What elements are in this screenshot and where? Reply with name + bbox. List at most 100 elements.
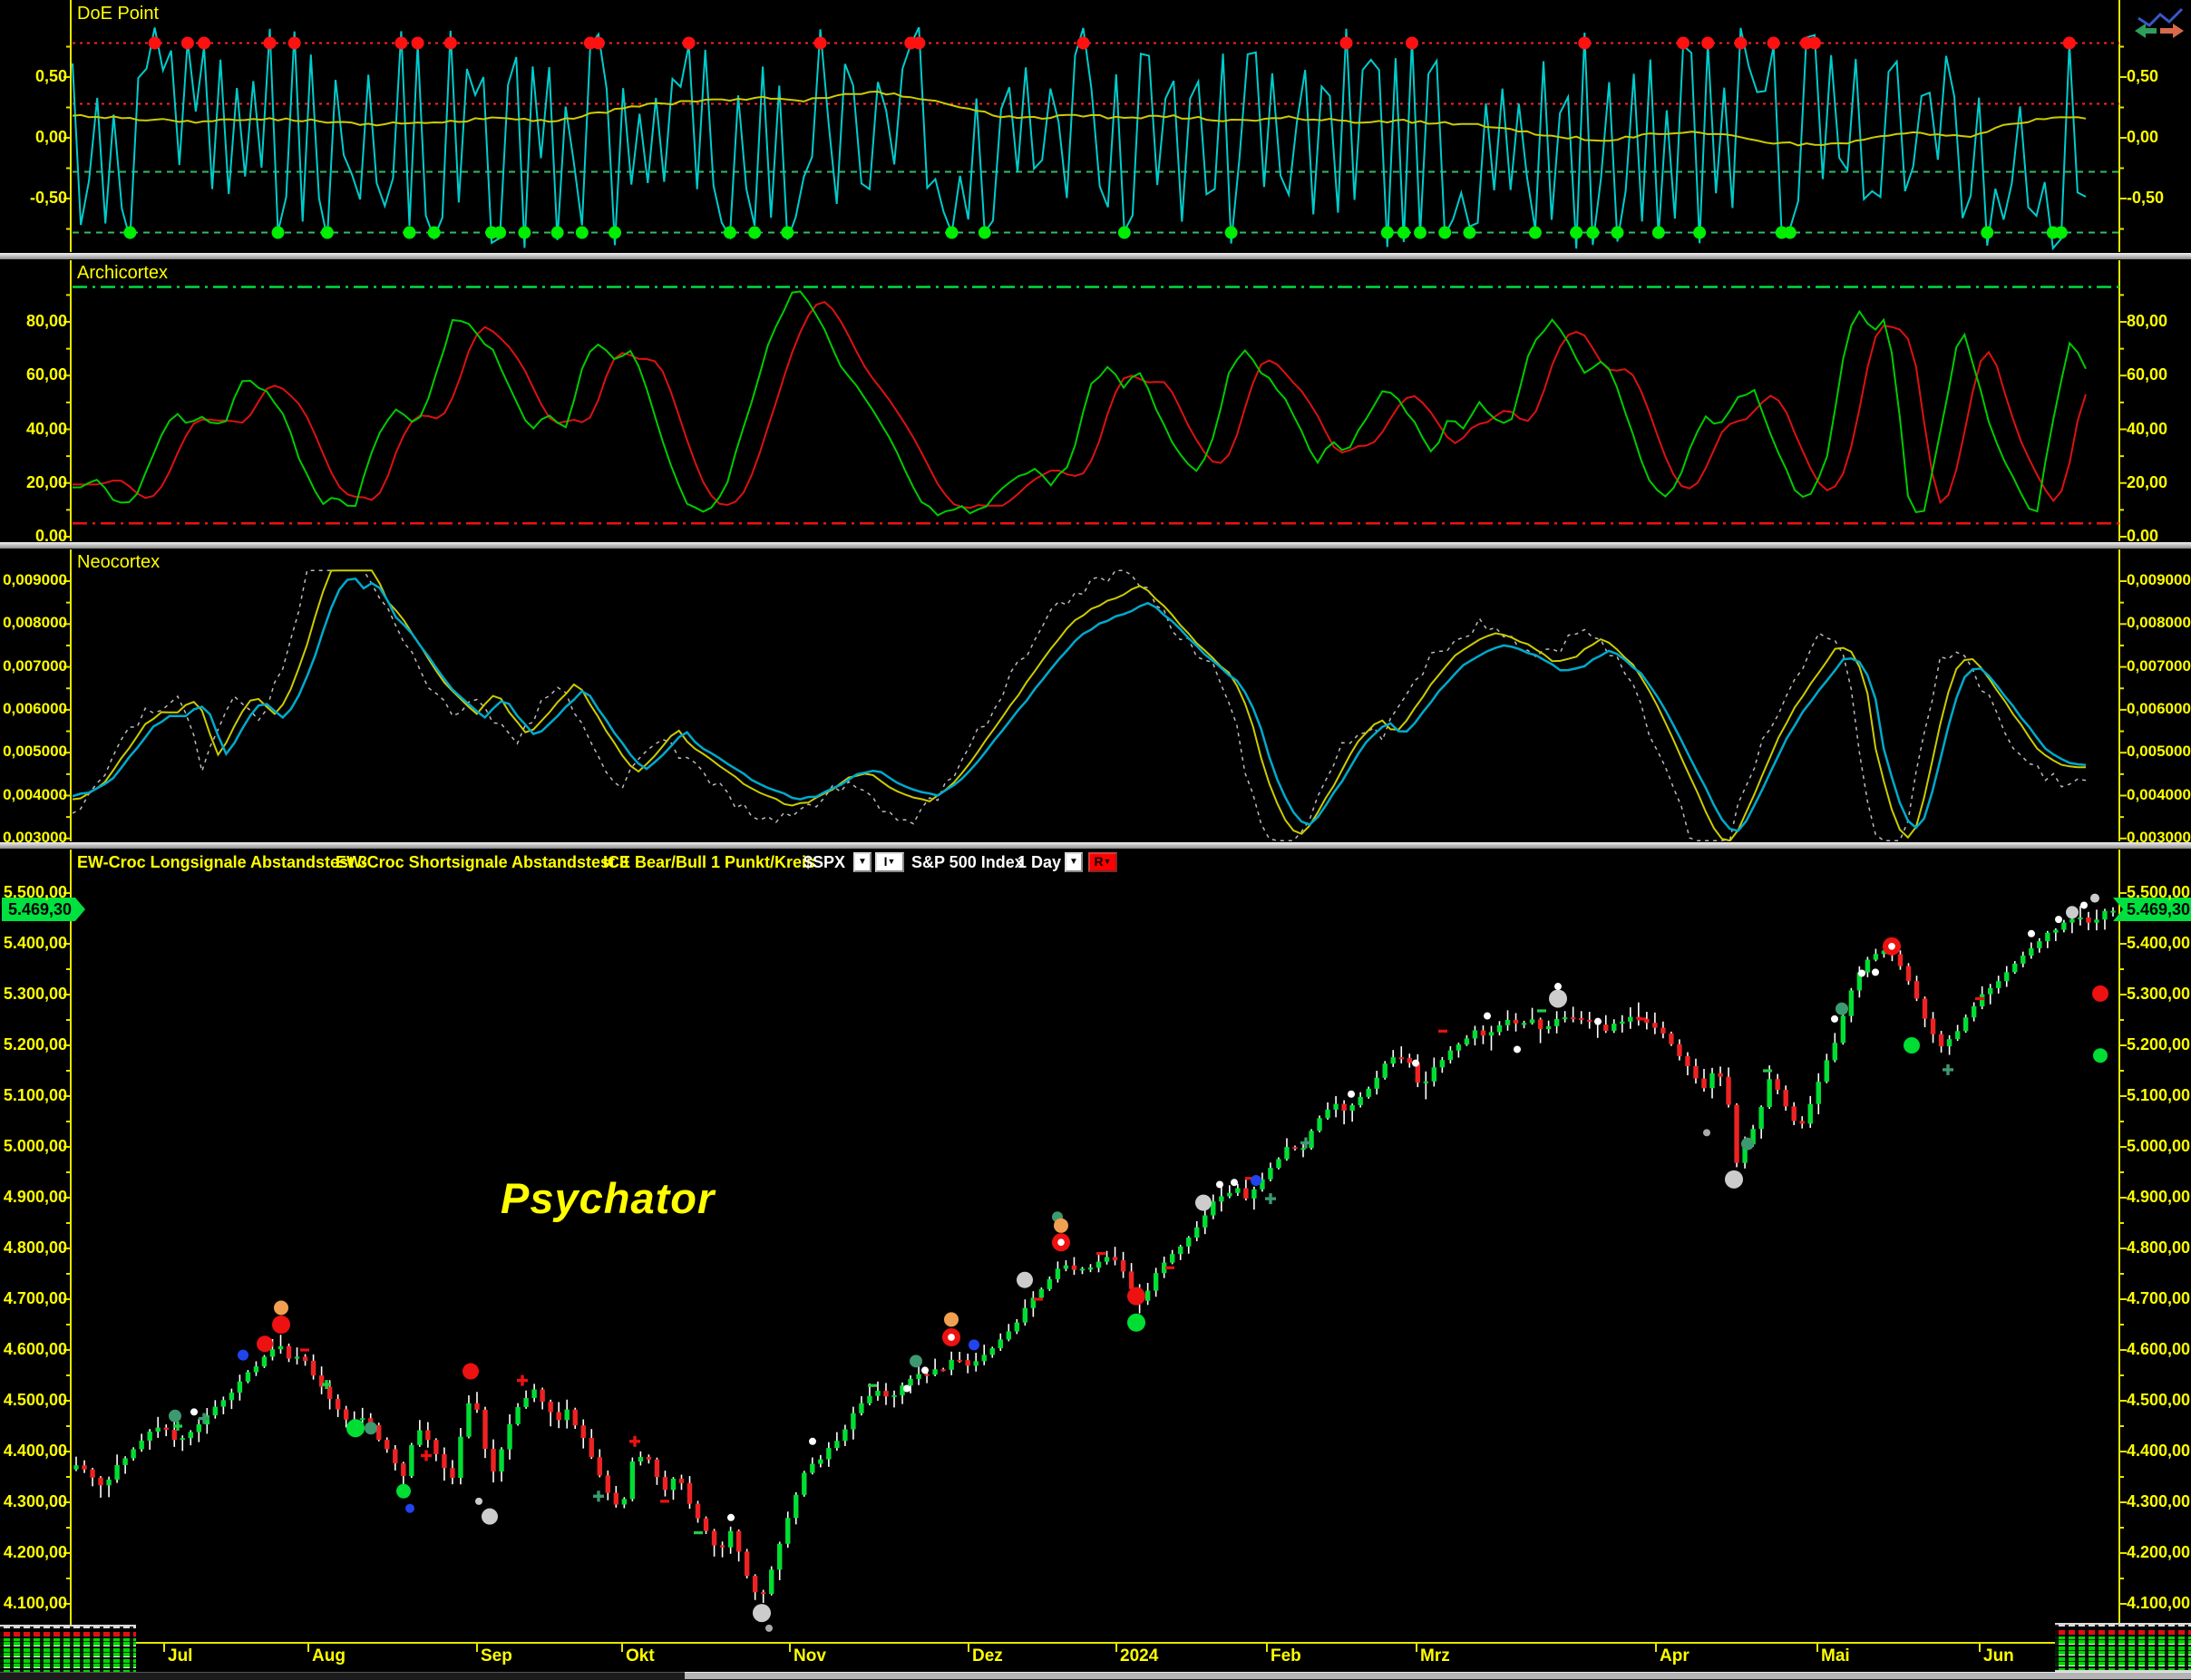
- chevron-down-icon: ▼: [1103, 857, 1112, 866]
- axis-tick-label: 4.300,00: [3, 1492, 67, 1510]
- data-overview-block-left: [0, 1625, 136, 1674]
- axis-tick-label: 4.400,00: [3, 1442, 67, 1460]
- signal-label-long: EW-Croc Longsignale Abstandstest 3: [77, 853, 368, 871]
- data-overview-block-right: [2055, 1623, 2191, 1672]
- panel-title-neocortex: Neocortex: [77, 552, 161, 572]
- axis-tick-label: 0,009000: [2127, 571, 2191, 588]
- panel-title-archicortex: Archicortex: [77, 263, 169, 283]
- chevron-down-icon: ▼: [887, 857, 896, 866]
- axis-tick-label: 0,005000: [2127, 743, 2191, 761]
- axis-tick-label: 60,00: [25, 365, 67, 384]
- axis-tick-label: 80,00: [2127, 312, 2168, 330]
- axis-tick-label: 4.600,00: [3, 1340, 67, 1358]
- axis-tick-label: 0,008000: [3, 614, 67, 632]
- indicator-dropdown-button[interactable]: I▼: [875, 852, 904, 872]
- axis-tick-label: 0,006000: [2127, 699, 2191, 717]
- axis-tick-label: 0,006000: [3, 699, 67, 717]
- watermark-psychator: Psychator: [501, 1174, 716, 1222]
- axis-tick-label: 5.500,00: [3, 883, 67, 901]
- axis-tick-label: 5.300,00: [3, 985, 67, 1003]
- axis-tick-label: 5.000,00: [2127, 1137, 2191, 1155]
- panel-title-doe-point: DoE Point: [77, 4, 160, 24]
- month-label-Okt: Okt: [626, 1646, 655, 1665]
- arrow-left-icon: [2135, 24, 2157, 38]
- month-label-Mai: Mai: [1821, 1646, 1850, 1665]
- month-label-Dez: Dez: [972, 1646, 1003, 1665]
- zigzag-icon: [2137, 7, 2184, 27]
- signal-label-short: EW-Croc Shortsignale Abstandstest 3: [336, 853, 629, 871]
- axis-tick-label: 40,00: [2127, 419, 2168, 438]
- axis-tick-label: 0,008000: [2127, 614, 2191, 632]
- axis-tick-label: 4.900,00: [3, 1188, 67, 1206]
- axis-tick-label: 4.200,00: [2127, 1543, 2191, 1561]
- horizontal-scrollbar-thumb[interactable]: [685, 1672, 2191, 1679]
- axis-tick-label: 4.400,00: [2127, 1442, 2191, 1460]
- symbol-label[interactable]: $SPX: [803, 853, 845, 872]
- axis-tick-label: 0,007000: [2127, 656, 2191, 675]
- signal-label-ice: ICE Bear/Bull 1 Punkt/Kreis: [603, 853, 816, 871]
- axis-tick-label: 40,00: [25, 419, 67, 438]
- axis-tick-label: 4.700,00: [3, 1289, 67, 1307]
- axis-tick-label: 0,003000: [2127, 828, 2191, 846]
- month-label-Nov: Nov: [794, 1646, 826, 1665]
- axis-tick-label: 4.100,00: [3, 1594, 67, 1612]
- month-label-Jun: Jun: [1983, 1646, 2014, 1665]
- month-label-Aug: Aug: [312, 1646, 346, 1665]
- axis-tick-label: 0,50: [34, 67, 67, 85]
- month-label-Apr: Apr: [1660, 1646, 1690, 1665]
- timeframe-label[interactable]: 1 Day: [1018, 853, 1061, 872]
- month-label-Sep: Sep: [481, 1646, 512, 1665]
- axis-tick-label: 20,00: [25, 472, 67, 491]
- axis-tick-label: 0,004000: [2127, 785, 2191, 803]
- axis-tick-label: 80,00: [25, 312, 67, 330]
- replay-button[interactable]: R▼: [1088, 852, 1117, 872]
- month-label-Feb: Feb: [1271, 1646, 1301, 1665]
- axis-tick-label: 4.800,00: [3, 1238, 67, 1257]
- month-label-Jul: Jul: [168, 1646, 193, 1665]
- axis-tick-label: 5.100,00: [3, 1086, 67, 1104]
- axis-tick-label: 20,00: [2127, 472, 2168, 491]
- chevron-down-icon: ▼: [1069, 857, 1078, 867]
- chevron-down-icon: ▼: [858, 857, 867, 867]
- axis-tick-label: 4.200,00: [3, 1543, 67, 1561]
- axis-tick-label: 4.500,00: [2127, 1391, 2191, 1409]
- axis-tick-label: 5.200,00: [2127, 1035, 2191, 1054]
- timeframe-dropdown-button[interactable]: ▼: [1065, 852, 1083, 872]
- axis-tick-label: 4.900,00: [2127, 1188, 2191, 1206]
- axis-tick-label: 4.800,00: [2127, 1238, 2191, 1257]
- axis-tick-label: 5.000,00: [3, 1137, 67, 1155]
- pan-navigation-icon[interactable]: [2131, 4, 2187, 40]
- panel-divider-3[interactable]: [0, 841, 2191, 850]
- panel-divider-1[interactable]: [0, 252, 2191, 260]
- axis-tick-label: 4.100,00: [2127, 1594, 2191, 1612]
- axis-tick-label: 4.300,00: [2127, 1492, 2191, 1510]
- axis-tick-label: -0,50: [29, 189, 67, 207]
- axis-tick-label: 0.00: [2127, 527, 2159, 545]
- axis-tick-label: 60,00: [2127, 365, 2168, 384]
- charting-window: DoE Point Archicortex Neocortex EW-Croc …: [0, 0, 2191, 1680]
- month-label-2024: 2024: [1120, 1646, 1159, 1665]
- axis-tick-label: 0,004000: [3, 785, 67, 803]
- axis-tick-label: 4.600,00: [2127, 1340, 2191, 1358]
- axis-tick-label: 4.500,00: [3, 1391, 67, 1409]
- axis-tick-label: 0.00: [34, 527, 67, 545]
- axis-tick-label: 4.700,00: [2127, 1289, 2191, 1307]
- arrow-right-icon: [2160, 24, 2184, 38]
- axis-tick-label: 5.200,00: [3, 1035, 67, 1054]
- axis-tick-label: 0,00: [2127, 128, 2159, 146]
- axis-tick-label: 5.400,00: [3, 934, 67, 952]
- axis-tick-label: 5.500,00: [2127, 883, 2191, 901]
- axis-tick-label: 5.400,00: [2127, 934, 2191, 952]
- axis-tick-label: 0,00: [34, 128, 67, 146]
- axis-tick-label: 0,50: [2127, 67, 2159, 85]
- axis-tick-label: 0,009000: [3, 571, 67, 588]
- axis-tick-label: 0,003000: [3, 828, 67, 846]
- month-label-Mrz: Mrz: [1420, 1646, 1450, 1665]
- axis-tick-label: 0,007000: [3, 656, 67, 675]
- axis-tick-label: -0,50: [2127, 189, 2165, 207]
- panel-divider-2[interactable]: [0, 541, 2191, 549]
- symbol-dropdown-button[interactable]: ▼: [853, 852, 872, 872]
- axis-tick-label: 0,005000: [3, 743, 67, 761]
- axis-tick-label: 5.300,00: [2127, 985, 2191, 1003]
- axis-tick-label: 5.100,00: [2127, 1086, 2191, 1104]
